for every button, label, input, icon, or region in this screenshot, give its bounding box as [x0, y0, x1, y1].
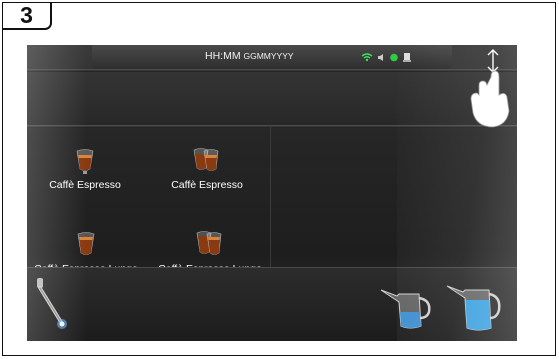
card-icon: [403, 53, 411, 62]
bottom-bar: [27, 267, 517, 341]
touchscreen-display: HH:MM GGMMYYYY Caffè Espresso Caffè Espr…: [27, 45, 517, 341]
espresso-lungo-cup-icon: [77, 232, 95, 255]
tiles-top-divider: [27, 125, 517, 128]
double-espresso-lungo-cup-icon: [196, 231, 222, 255]
beverage-tile-1[interactable]: Caffè Espresso: [49, 143, 121, 191]
beverage-tile-2[interactable]: Caffè Espresso: [167, 141, 247, 191]
date-text: GGMMYYYY: [243, 51, 294, 61]
hot-milk-jug-icon[interactable]: [379, 282, 435, 334]
status-icons: [361, 53, 411, 62]
steam-wand-icon[interactable]: [35, 276, 71, 336]
tile-column-divider: [270, 127, 271, 267]
datetime-label: HH:MM GGMMYYYY: [205, 50, 294, 62]
status-dot-icon: [390, 53, 398, 62]
hot-water-jug-icon[interactable]: [445, 278, 505, 336]
sound-icon: [378, 54, 383, 61]
wifi-icon: [361, 53, 373, 62]
espresso-cup-icon: [76, 149, 94, 174]
time-text: HH:MM: [205, 50, 241, 62]
header-divider: [27, 69, 517, 72]
beverage-label: Caffè Espresso: [49, 179, 121, 191]
swipe-hand-icon: [470, 49, 510, 128]
double-espresso-cup-icon: [193, 148, 219, 171]
status-bar: HH:MM GGMMYYYY: [92, 45, 452, 69]
step-number-badge: 3: [3, 3, 52, 30]
beverage-label: Caffè Espresso: [171, 179, 243, 191]
figure-frame: 3 HH:MM GGMMYYYY Caffè Espresso Caffè Es…: [2, 2, 556, 356]
